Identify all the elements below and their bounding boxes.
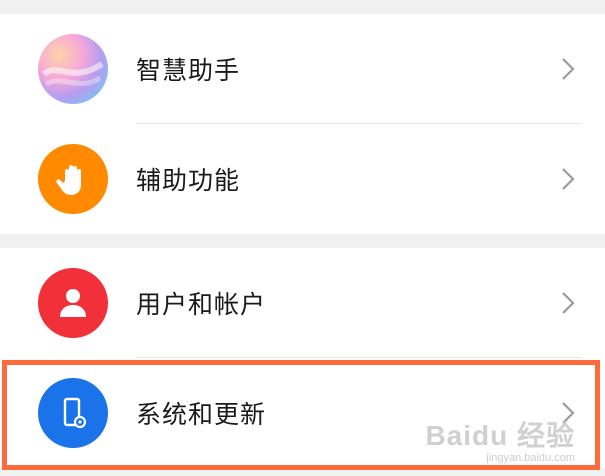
chevron-right-icon	[562, 292, 575, 314]
settings-item-label: 系统和更新	[136, 400, 267, 429]
chevron-right-icon	[562, 402, 575, 424]
settings-item-system-update[interactable]: 系统和更新	[0, 358, 605, 468]
user-icon	[38, 268, 108, 338]
top-spacer	[0, 0, 605, 14]
gradient-assistant-icon	[38, 34, 108, 104]
section-spacer	[0, 234, 605, 248]
settings-item-smart-assistant[interactable]: 智慧助手	[0, 14, 605, 124]
settings-group-1: 智慧助手 辅助功能	[0, 14, 605, 234]
settings-item-label: 用户和帐户	[136, 290, 267, 319]
settings-item-label: 辅助功能	[136, 166, 241, 195]
settings-page: 智慧助手 辅助功能 用户和帐户 系统和更新 Baidu 经验 jingyan.b…	[0, 0, 605, 476]
settings-group-2: 用户和帐户 系统和更新	[0, 248, 605, 468]
settings-item-users-accounts[interactable]: 用户和帐户	[0, 248, 605, 358]
chevron-right-icon	[562, 168, 575, 190]
hand-icon	[38, 144, 108, 214]
chevron-right-icon	[562, 58, 575, 80]
settings-item-accessibility[interactable]: 辅助功能	[0, 124, 605, 234]
settings-item-label: 智慧助手	[136, 56, 241, 85]
phone-settings-icon	[38, 378, 108, 448]
